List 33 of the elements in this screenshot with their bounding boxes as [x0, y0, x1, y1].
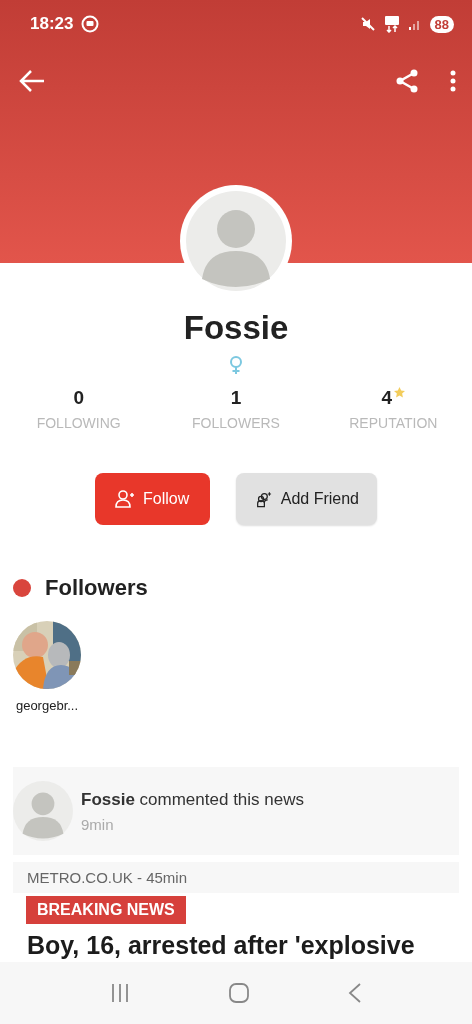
follower-name[interactable]: georgebr...: [15, 698, 79, 713]
star-icon: [394, 387, 406, 398]
mute-icon: [359, 16, 376, 32]
stat-label: FOLLOWING: [36, 415, 121, 431]
stat-value: 1: [230, 387, 242, 409]
activity-text: Fossie commented this news: [81, 789, 304, 810]
add-person-icon: [115, 489, 135, 509]
battery-level: 88: [429, 15, 454, 33]
avatar-icon: [13, 781, 73, 841]
breaking-news-tag: BREAKING NEWS: [26, 896, 186, 924]
clock: 18:23: [30, 14, 74, 34]
section-dot-icon: [13, 579, 31, 597]
more-menu-icon[interactable]: [450, 70, 456, 92]
news-headline[interactable]: Boy, 16, arrested after 'explosive: [27, 931, 452, 960]
stat-label: FOLLOWERS: [192, 415, 280, 431]
network-icon: [383, 15, 400, 33]
add-friend-button[interactable]: Add Friend: [236, 473, 377, 525]
follow-button[interactable]: Follow: [95, 473, 210, 525]
home-icon[interactable]: [228, 982, 250, 1004]
section-title: Followers: [45, 575, 148, 601]
activity-card[interactable]: Fossie commented this news 9min: [13, 767, 459, 855]
stat-value: 4: [381, 387, 393, 409]
female-symbol-icon: [227, 355, 245, 375]
notification-icon: [81, 15, 100, 33]
news-source: METRO.CO.UK - 45min: [13, 862, 459, 893]
avatar-icon: [186, 191, 286, 291]
profile-name: Fossie: [182, 309, 290, 347]
stat-label: REPUTATION: [349, 415, 438, 431]
activity-time: 9min: [81, 815, 115, 833]
add-people-icon: [256, 489, 273, 509]
share-icon[interactable]: [394, 68, 420, 94]
back-arrow-icon[interactable]: [18, 69, 46, 93]
stat-value: 0: [73, 387, 84, 409]
